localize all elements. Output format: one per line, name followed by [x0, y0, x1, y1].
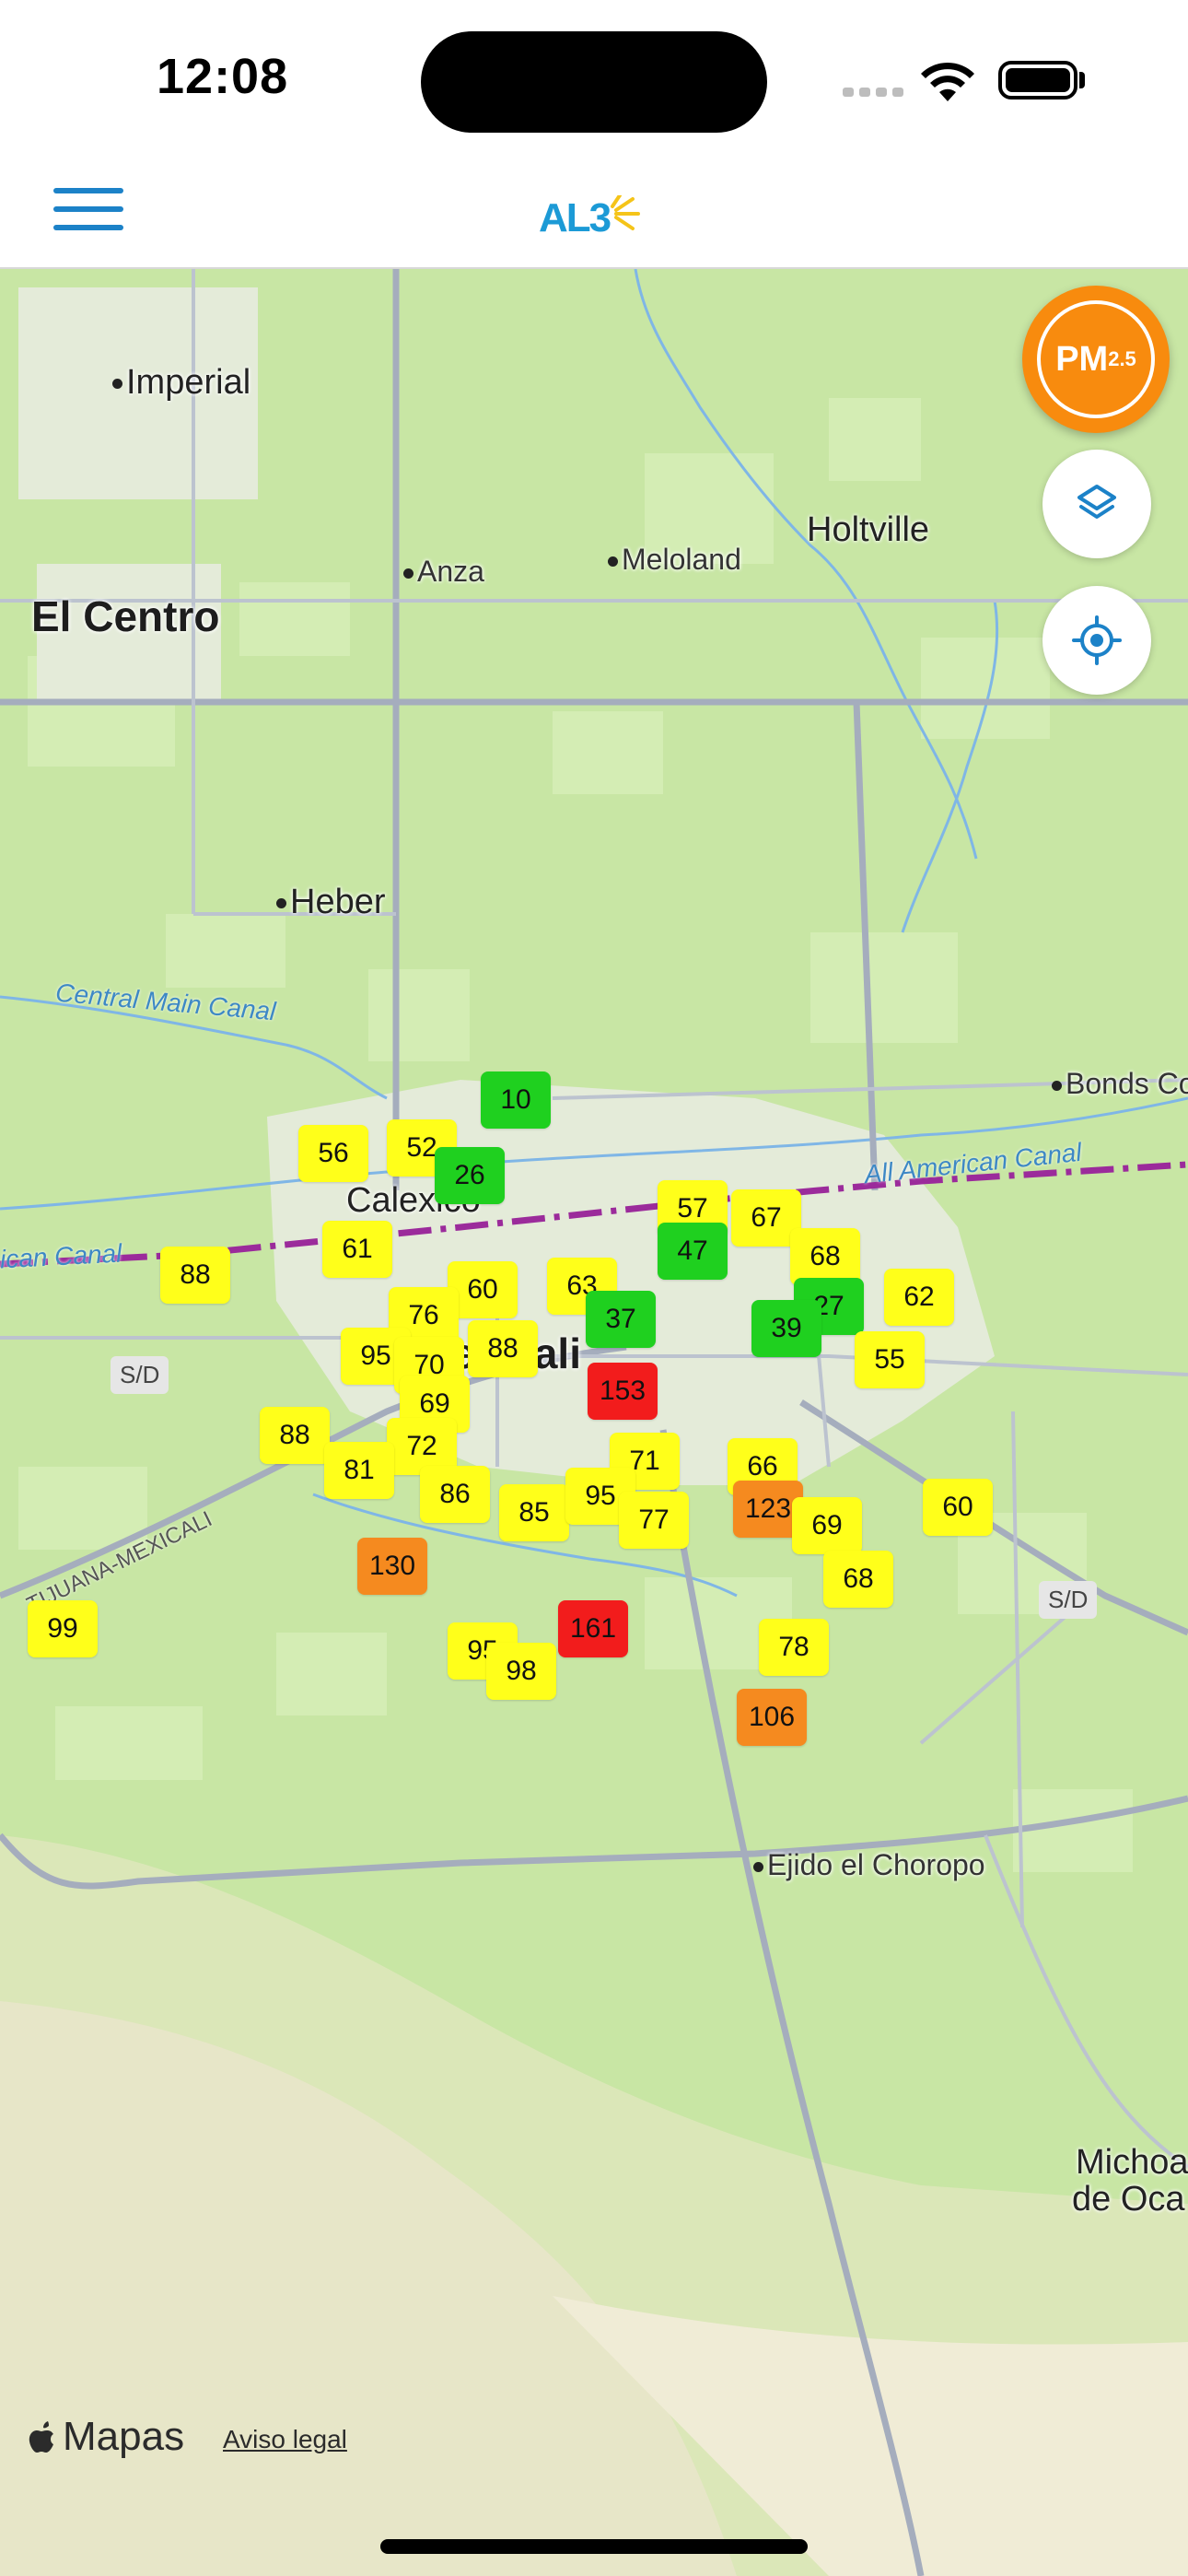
sensor-marker[interactable]: 56 — [298, 1125, 368, 1182]
air-quality-map[interactable]: Imperial El Centro Anza Meloland Holtvil… — [0, 269, 1188, 2576]
sensor-marker[interactable]: 78 — [759, 1619, 829, 1676]
locate-icon — [1072, 615, 1122, 665]
sensor-marker[interactable]: 153 — [588, 1363, 658, 1420]
maps-brand-text: Mapas — [63, 2414, 185, 2459]
apple-logo-icon — [29, 2421, 53, 2453]
pollutant-label: PM 2.5 — [1037, 300, 1155, 418]
layers-icon — [1077, 485, 1116, 519]
place-bonds-corner: Bonds Co — [1052, 1067, 1188, 1101]
place-imperial: Imperial — [112, 363, 250, 403]
place-michoacan: Michoa — [1076, 2143, 1188, 2182]
place-heber: Heber — [276, 883, 386, 922]
sensor-marker[interactable]: 37 — [586, 1291, 656, 1348]
sensor-marker[interactable]: 47 — [658, 1223, 728, 1280]
battery-cap — [1079, 72, 1085, 88]
sensor-marker[interactable]: 88 — [160, 1247, 230, 1304]
sensor-marker[interactable]: 62 — [884, 1269, 954, 1326]
pollutant-selector-button[interactable]: PM 2.5 — [1022, 286, 1170, 433]
sensor-marker[interactable]: 68 — [823, 1551, 893, 1608]
sensor-marker[interactable]: 77 — [619, 1492, 689, 1549]
dynamic-island — [421, 31, 767, 133]
hamburger-menu-icon[interactable] — [53, 184, 127, 236]
sensor-marker[interactable]: 10 — [481, 1071, 551, 1129]
sensor-marker[interactable]: 26 — [435, 1147, 505, 1204]
legal-notice-link[interactable]: Aviso legal — [223, 2425, 347, 2454]
no-data-label: S/D — [111, 1356, 169, 1394]
home-indicator[interactable] — [380, 2539, 808, 2554]
sun-rays-icon — [610, 193, 640, 230]
battery-icon — [998, 61, 1077, 100]
sensor-marker[interactable]: 68 — [790, 1228, 860, 1285]
place-meloland: Meloland — [608, 543, 741, 577]
status-bar: 12:08 — [0, 0, 1188, 147]
place-el-centro: El Centro — [31, 592, 220, 640]
layers-button[interactable] — [1042, 450, 1151, 558]
place-holtville: Holtville — [807, 510, 930, 549]
place-anza: Anza — [403, 555, 484, 589]
sensor-marker[interactable]: 86 — [420, 1466, 490, 1523]
sensor-marker[interactable]: 85 — [499, 1484, 569, 1541]
sensor-marker[interactable]: 98 — [486, 1643, 556, 1700]
maps-attribution: Mapas — [28, 2414, 184, 2460]
sensor-marker[interactable]: 60 — [923, 1479, 993, 1536]
status-time: 12:08 — [157, 49, 289, 104]
sensor-marker[interactable]: 88 — [260, 1407, 330, 1464]
logo-text: AL3 — [539, 195, 611, 240]
sensor-marker[interactable]: 106 — [737, 1689, 807, 1746]
app-logo: AL3 — [539, 193, 644, 251]
cellular-signal-icon — [843, 85, 909, 101]
wifi-icon — [921, 62, 974, 101]
sensor-marker[interactable]: 88 — [468, 1320, 538, 1377]
sensor-marker[interactable]: 39 — [751, 1300, 821, 1357]
place-de-ocampo: de Oca — [1072, 2180, 1185, 2219]
sensor-marker[interactable]: 161 — [558, 1600, 628, 1657]
sensor-marker[interactable]: 69 — [792, 1497, 862, 1554]
sensor-marker[interactable]: 99 — [28, 1600, 98, 1657]
sensor-marker[interactable]: 55 — [855, 1331, 925, 1388]
locate-me-button[interactable] — [1042, 586, 1151, 695]
app-header: AL3 — [0, 147, 1188, 269]
sensor-marker[interactable]: 130 — [357, 1538, 427, 1595]
no-data-label: S/D — [1039, 1581, 1098, 1619]
place-ejido-el-choropo: Ejido el Choropo — [753, 1848, 985, 1882]
sensor-marker[interactable]: 81 — [324, 1442, 394, 1499]
sensor-marker[interactable]: 61 — [322, 1221, 392, 1278]
